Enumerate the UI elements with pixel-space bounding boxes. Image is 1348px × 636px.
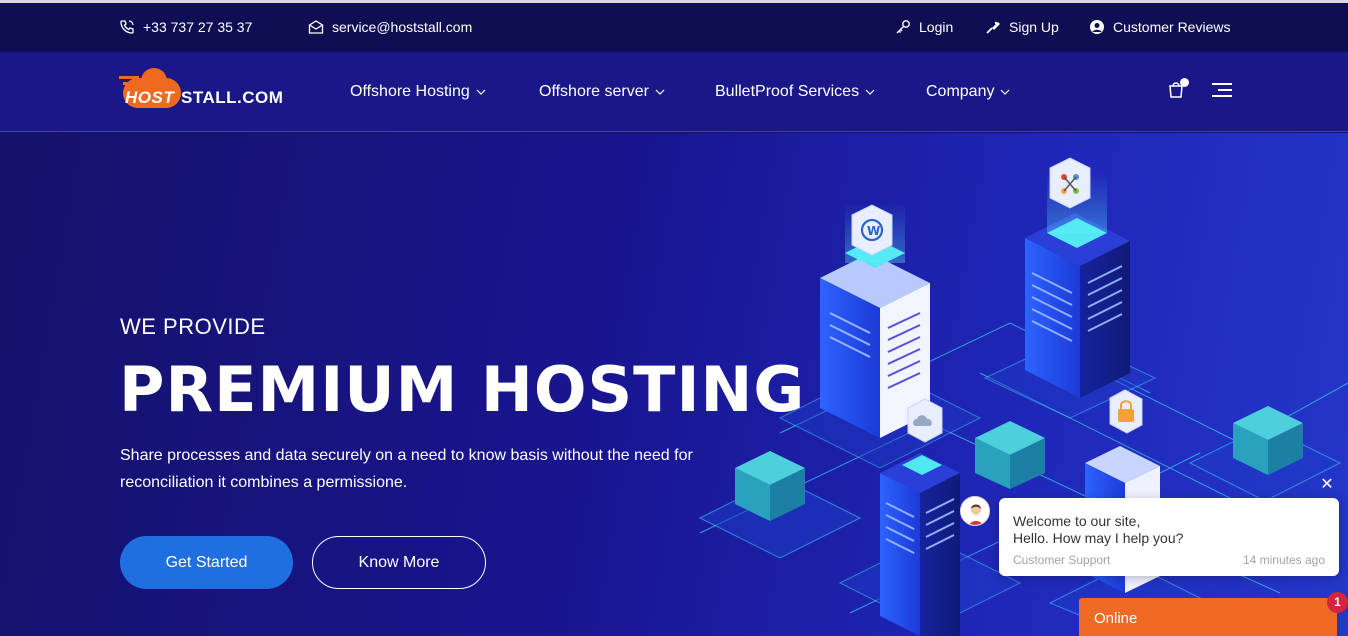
phone-contact[interactable]: +33 737 27 35 37 <box>119 19 252 35</box>
nav-offshore-server[interactable]: Offshore server <box>539 83 665 101</box>
get-started-button[interactable]: Get Started <box>120 536 293 589</box>
support-avatar <box>960 496 990 526</box>
chevron-down-icon <box>865 89 875 95</box>
chat-popup[interactable]: Welcome to our site, Hello. How may I he… <box>999 498 1339 576</box>
email-address: service@hoststall.com <box>332 19 473 35</box>
hero-description: Share processes and data securely on a n… <box>120 447 693 491</box>
chevron-down-icon <box>1001 89 1010 95</box>
phone-icon <box>120 20 134 34</box>
chat-close-icon[interactable]: ✕ <box>1319 477 1335 493</box>
chat-agent-name: Customer Support <box>1013 553 1111 567</box>
know-more-button[interactable]: Know More <box>312 536 486 589</box>
hero-kicker: WE PROVIDE <box>120 314 266 339</box>
menu-line <box>1212 95 1232 97</box>
logo-text-host: HOST <box>125 88 175 107</box>
menu-line <box>1218 89 1232 91</box>
nav-label: Offshore server <box>539 83 649 100</box>
chevron-down-icon <box>655 89 665 95</box>
server-tower-right <box>1025 157 1130 398</box>
logo-text-stall: STALL.COM <box>181 88 284 107</box>
customer-reviews-link[interactable]: Customer Reviews <box>1089 19 1230 35</box>
signup-icon <box>986 21 1000 34</box>
chat-message-line2: Hello. How may I help you? <box>1013 530 1184 546</box>
mail-icon <box>308 20 324 34</box>
chat-message: Welcome to our site, Hello. How may I he… <box>1013 513 1183 547</box>
chat-message-line1: Welcome to our site, <box>1013 513 1141 529</box>
nav-company[interactable]: Company <box>926 83 1010 101</box>
site-logo[interactable]: HOST STALL.COM <box>119 68 284 112</box>
cart-count-badge <box>1180 78 1189 87</box>
main-navigation: HOST STALL.COM Offshore Hosting Offshore… <box>0 52 1348 132</box>
nav-label: BulletProof Services <box>715 83 860 100</box>
nav-offshore-hosting[interactable]: Offshore Hosting <box>350 83 486 101</box>
login-link[interactable]: Login <box>895 19 953 35</box>
user-icon <box>1090 20 1104 34</box>
nav-label: Company <box>926 83 995 100</box>
svg-text:W: W <box>867 224 880 238</box>
signup-label: Sign Up <box>1009 19 1059 35</box>
login-label: Login <box>919 19 954 35</box>
menu-icon[interactable] <box>1212 83 1232 97</box>
server-tower-left: W <box>820 203 930 438</box>
email-contact[interactable]: service@hoststall.com <box>308 19 472 35</box>
key-icon <box>896 20 910 34</box>
nav-label: Offshore Hosting <box>350 83 470 100</box>
chevron-down-icon <box>476 89 486 95</box>
menu-line <box>1212 83 1232 85</box>
chat-online-bar[interactable]: Online <box>1079 598 1337 636</box>
customer-reviews-label: Customer Reviews <box>1113 19 1231 35</box>
chat-timestamp: 14 minutes ago <box>1242 553 1325 567</box>
phone-number: +33 737 27 35 37 <box>143 19 253 35</box>
signup-link[interactable]: Sign Up <box>985 19 1059 35</box>
nav-bulletproof-services[interactable]: BulletProof Services <box>715 83 875 101</box>
chat-unread-badge: 1 <box>1327 592 1348 613</box>
top-bar: +33 737 27 35 37 service@hoststall.com L… <box>0 0 1348 52</box>
